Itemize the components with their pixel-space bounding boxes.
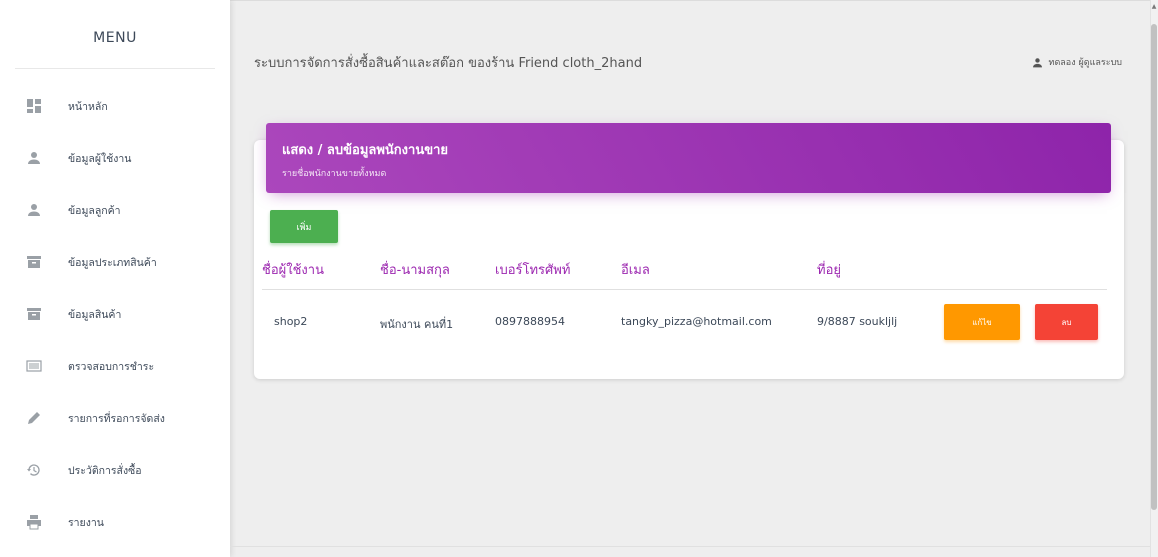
store-name: Friend cloth_2hand	[518, 56, 643, 71]
column-header-email[interactable]: อีเมล	[621, 259, 650, 280]
edit-button[interactable]: แก้ไข	[944, 304, 1020, 340]
cell-email: tangky_pizza@hotmail.com	[621, 315, 772, 328]
column-header-username[interactable]: ชื่อผู้ใช้งาน	[262, 259, 324, 280]
staff-table: ชื่อผู้ใช้งาน ชื่อ-นามสกุล เบอร์โทรศัพท์…	[262, 252, 1107, 354]
sidebar-item-product-types[interactable]: ข้อมูลประเภทสินค้า	[0, 236, 230, 288]
pencil-icon	[26, 410, 42, 426]
card-title: แสดง / ลบข้อมูลพนักงานขาย	[282, 143, 449, 158]
sidebar-item-label: ข้อมูลผู้ใช้งาน	[68, 152, 132, 165]
column-header-fullname[interactable]: ชื่อ-นามสกุล	[380, 259, 450, 280]
sidebar-item-label: ตรวจสอบการชำระ	[68, 360, 155, 373]
table-header: ชื่อผู้ใช้งาน ชื่อ-นามสกุล เบอร์โทรศัพท์…	[262, 252, 1107, 290]
user-name: ทดลอง ผู้ดูแลระบบ	[1048, 58, 1122, 68]
sidebar-divider	[15, 68, 215, 69]
column-header-phone[interactable]: เบอร์โทรศัพท์	[495, 259, 570, 280]
vertical-scrollbar[interactable]: ▲	[1150, 0, 1158, 557]
sidebar-item-order-history[interactable]: ประวัติการสั่งซื้อ	[0, 444, 230, 496]
scroll-up-icon[interactable]: ▲	[1150, 2, 1158, 12]
sidebar-item-products[interactable]: ข้อมูลสินค้า	[0, 288, 230, 340]
sidebar-item-label: รายการที่รอการจัดส่ง	[68, 412, 165, 425]
cell-username: shop2	[274, 315, 308, 328]
sidebar-nav: หน้าหลัก ข้อมูลผู้ใช้งาน ข้อมูลลูกค้า ข้…	[0, 80, 230, 548]
sidebar-item-label: รายงาน	[68, 516, 104, 529]
cell-fullname: พนักงาน คนที่1	[380, 318, 454, 331]
page-title-prefix: ระบบการจัดการสั่งซื้อสินค้าและสต๊อก ของร…	[254, 56, 515, 71]
sidebar-item-home[interactable]: หน้าหลัก	[0, 80, 230, 132]
footer-divider	[230, 546, 1150, 547]
add-button[interactable]: เพิ่ม	[270, 210, 338, 243]
sidebar: MENU หน้าหลัก ข้อมูลผู้ใช้งาน ข้อมูลลูกค…	[0, 0, 230, 557]
cell-phone: 0897888954	[495, 315, 565, 328]
card-header: แสดง / ลบข้อมูลพนักงานขาย รายชื่อพนักงาน…	[266, 123, 1111, 193]
sidebar-item-label: ข้อมูลสินค้า	[68, 308, 122, 321]
user-menu[interactable]: ทดลอง ผู้ดูแลระบบ	[1032, 55, 1122, 69]
sidebar-item-payments[interactable]: ตรวจสอบการชำระ	[0, 340, 230, 392]
archive-icon	[26, 306, 42, 322]
sidebar-item-reports[interactable]: รายงาน	[0, 496, 230, 548]
history-icon	[26, 462, 42, 478]
sidebar-item-label: หน้าหลัก	[68, 100, 108, 113]
person-icon	[26, 202, 42, 218]
dashboard-icon	[26, 98, 42, 114]
barcode-icon	[26, 358, 42, 374]
person-icon	[26, 150, 42, 166]
card-subtitle: รายชื่อพนักงานขายทั้งหมด	[282, 169, 387, 179]
cell-address: 9/8887 soukljlj	[817, 315, 898, 328]
sidebar-item-label: ข้อมูลลูกค้า	[68, 204, 121, 217]
sidebar-item-pending-delivery[interactable]: รายการที่รอการจัดส่ง	[0, 392, 230, 444]
sidebar-item-users[interactable]: ข้อมูลผู้ใช้งาน	[0, 132, 230, 184]
person-icon	[1032, 57, 1042, 67]
archive-icon	[26, 254, 42, 270]
column-header-address[interactable]: ที่อยู่	[817, 259, 841, 280]
sidebar-title: MENU	[93, 30, 137, 46]
top-edge	[230, 0, 1150, 10]
delete-button[interactable]: ลบ	[1035, 304, 1098, 340]
print-icon	[26, 514, 42, 530]
scrollbar-thumb[interactable]	[1151, 24, 1157, 510]
sidebar-item-label: ประวัติการสั่งซื้อ	[68, 464, 142, 477]
page-title: ระบบการจัดการสั่งซื้อสินค้าและสต๊อก ของร…	[254, 52, 642, 73]
sidebar-item-customers[interactable]: ข้อมูลลูกค้า	[0, 184, 230, 236]
table-row: shop2 พนักงาน คนที่1 0897888954 tangky_p…	[262, 290, 1107, 354]
sidebar-item-label: ข้อมูลประเภทสินค้า	[68, 256, 157, 269]
